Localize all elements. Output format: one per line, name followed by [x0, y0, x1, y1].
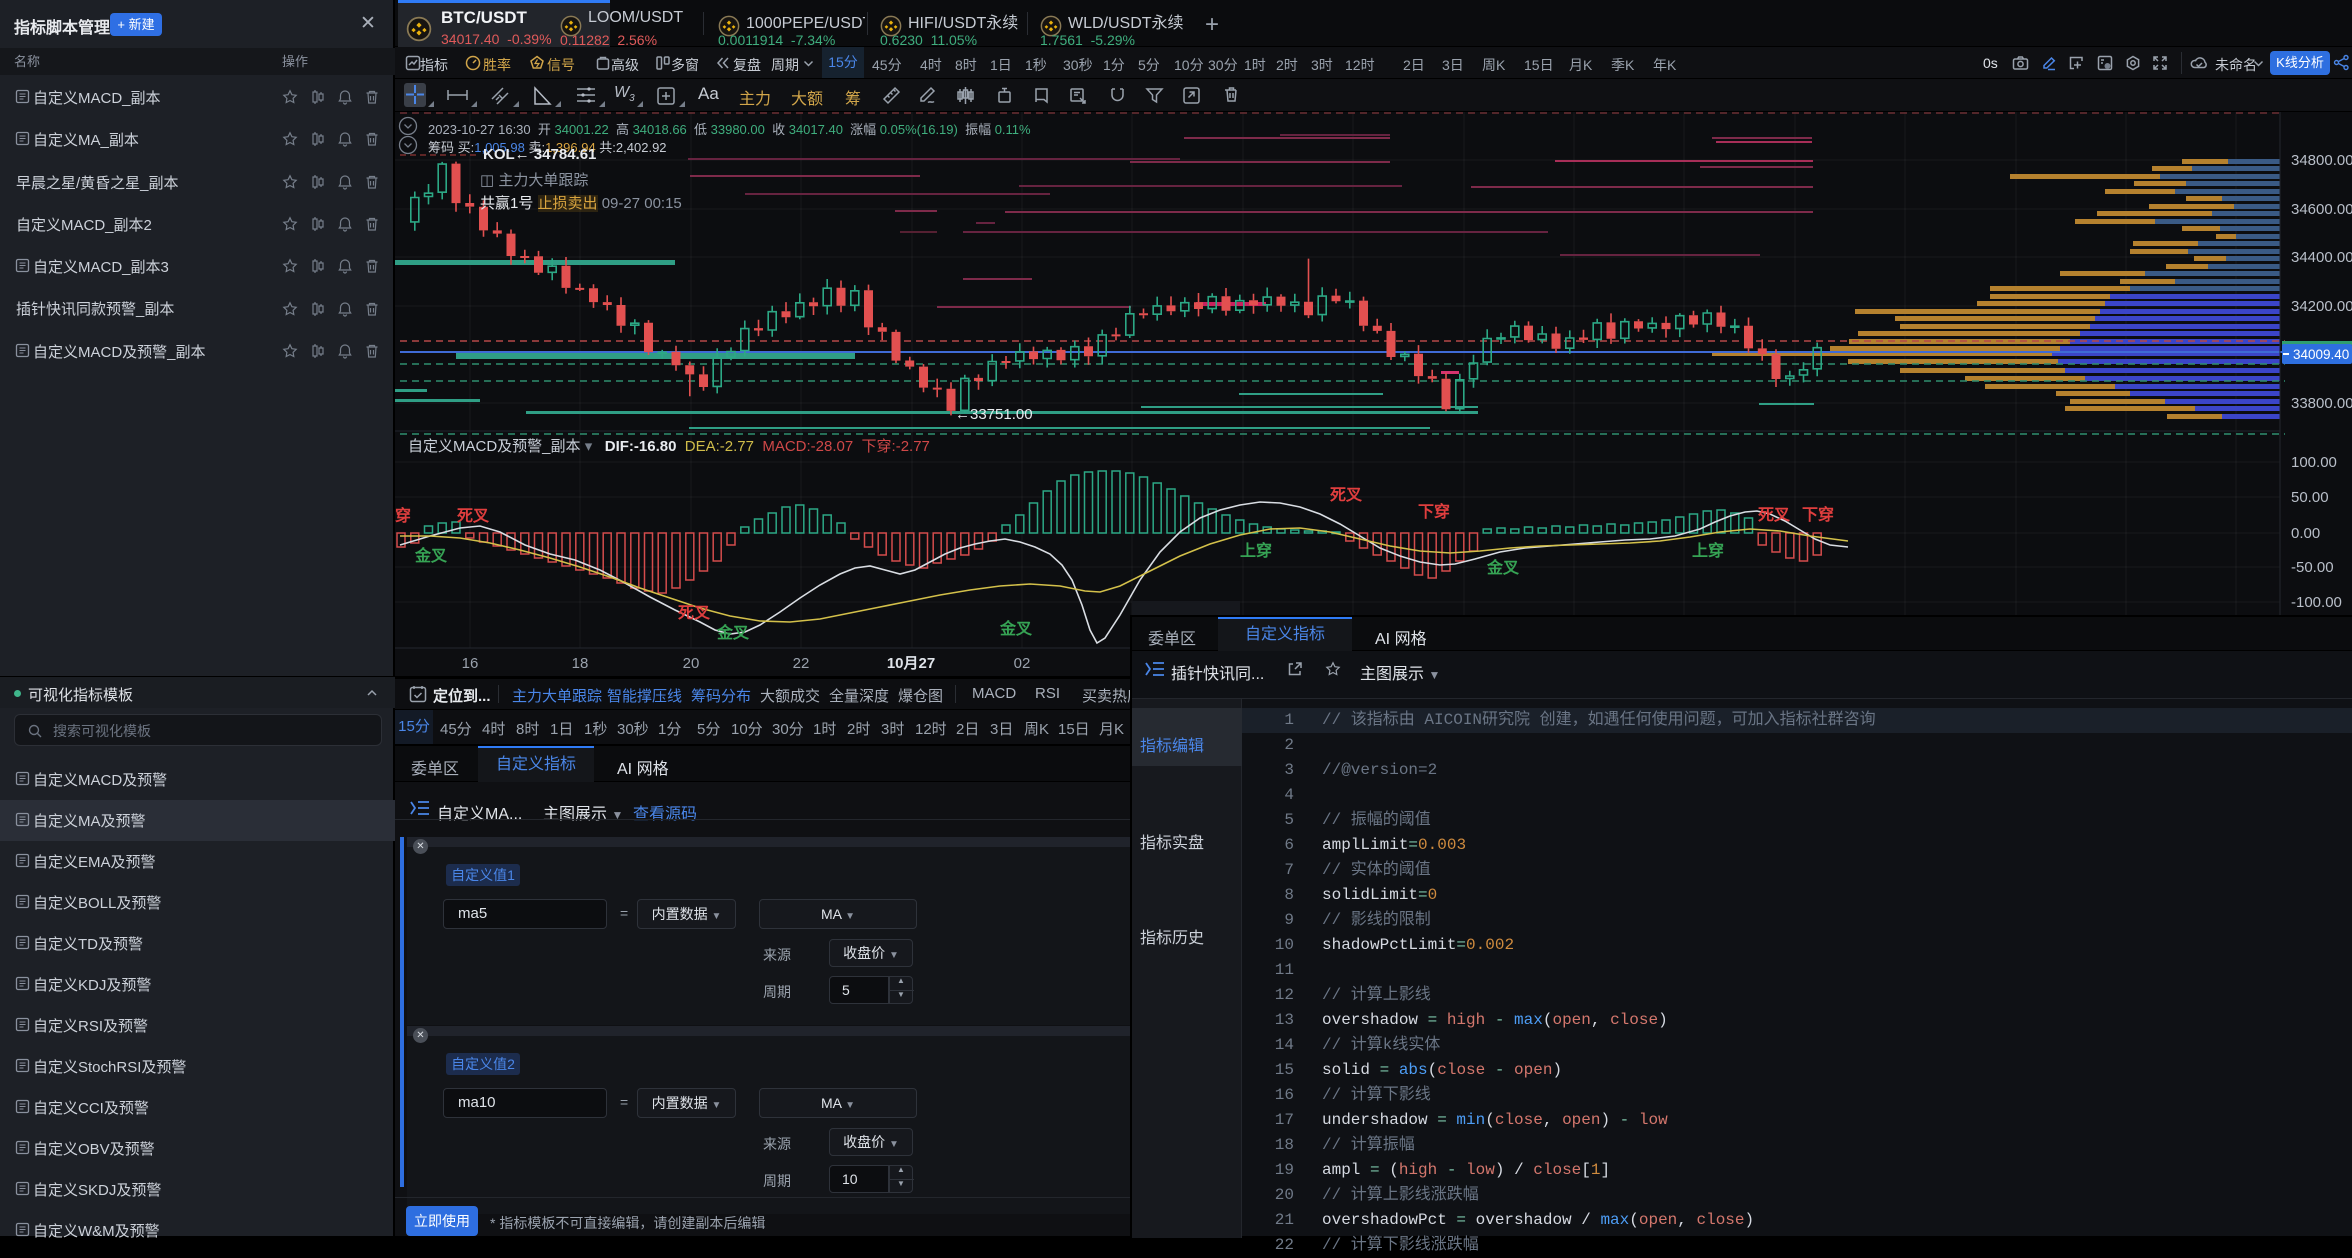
svg-text:100.00: 100.00 [2291, 454, 2337, 471]
svg-text:34800.00: 34800.00 [2291, 152, 2352, 169]
svg-text:死叉: 死叉 [1758, 506, 1791, 524]
svg-text:34400.00: 34400.00 [2291, 249, 2352, 266]
svg-text:死叉: 死叉 [1330, 486, 1363, 504]
svg-text:上穿: 上穿 [1692, 541, 1724, 560]
svg-text:10月27: 10月27 [887, 655, 935, 672]
svg-text:金叉: 金叉 [1486, 558, 1520, 577]
svg-text:死叉: 死叉 [457, 507, 490, 525]
svg-text:下穿: 下穿 [1802, 505, 1834, 524]
svg-text:上穿: 上穿 [1240, 541, 1272, 560]
svg-text:22: 22 [793, 655, 810, 672]
svg-text:20: 20 [683, 655, 700, 672]
svg-text:33800.00: 33800.00 [2291, 395, 2352, 412]
svg-text:50.00: 50.00 [2291, 489, 2329, 506]
svg-text:-50.00: -50.00 [2291, 559, 2334, 576]
svg-text:下穿: 下穿 [1418, 502, 1450, 521]
svg-text:死叉: 死叉 [678, 604, 711, 622]
svg-text:金叉: 金叉 [414, 546, 448, 565]
svg-text:穿: 穿 [395, 506, 411, 525]
svg-text:34600.00: 34600.00 [2291, 201, 2352, 218]
svg-text:←33751.00: ←33751.00 [955, 406, 1033, 423]
svg-text:0.00: 0.00 [2291, 525, 2320, 542]
svg-text:18: 18 [572, 655, 589, 672]
svg-text:02: 02 [1014, 655, 1031, 672]
svg-text:金叉: 金叉 [716, 623, 750, 642]
svg-text:34009.40: 34009.40 [2293, 347, 2349, 362]
svg-text:34200.00: 34200.00 [2291, 298, 2352, 315]
svg-text:16: 16 [462, 655, 479, 672]
svg-text:-100.00: -100.00 [2291, 594, 2342, 611]
svg-text:金叉: 金叉 [999, 619, 1033, 638]
